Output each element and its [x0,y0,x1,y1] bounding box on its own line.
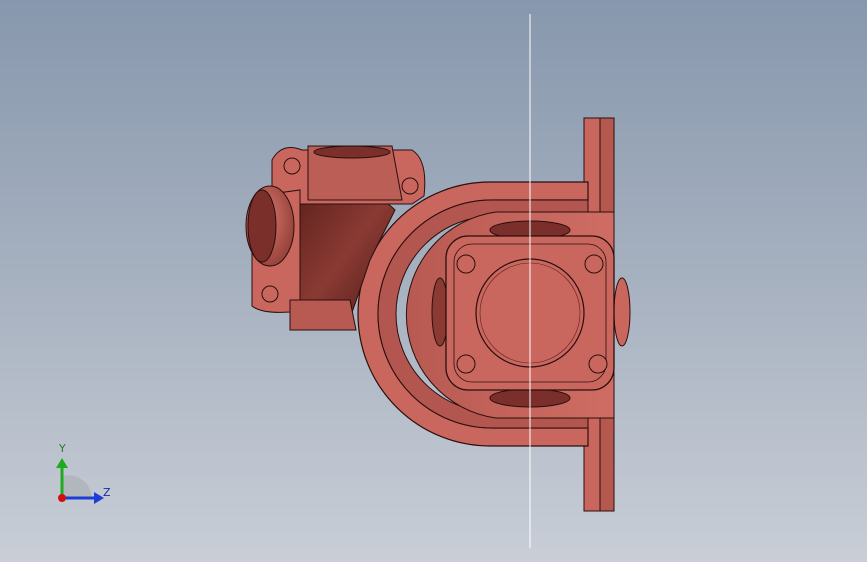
view-orientation-triad-icon [56,458,104,504]
triad-y-label: Y [59,442,66,455]
graphics-viewport[interactable]: Y Z [0,0,867,562]
model-graphics[interactable] [0,0,867,562]
bottom-flange [289,299,357,331]
left-flange [245,185,301,313]
triad-z-label: Z [103,486,111,499]
